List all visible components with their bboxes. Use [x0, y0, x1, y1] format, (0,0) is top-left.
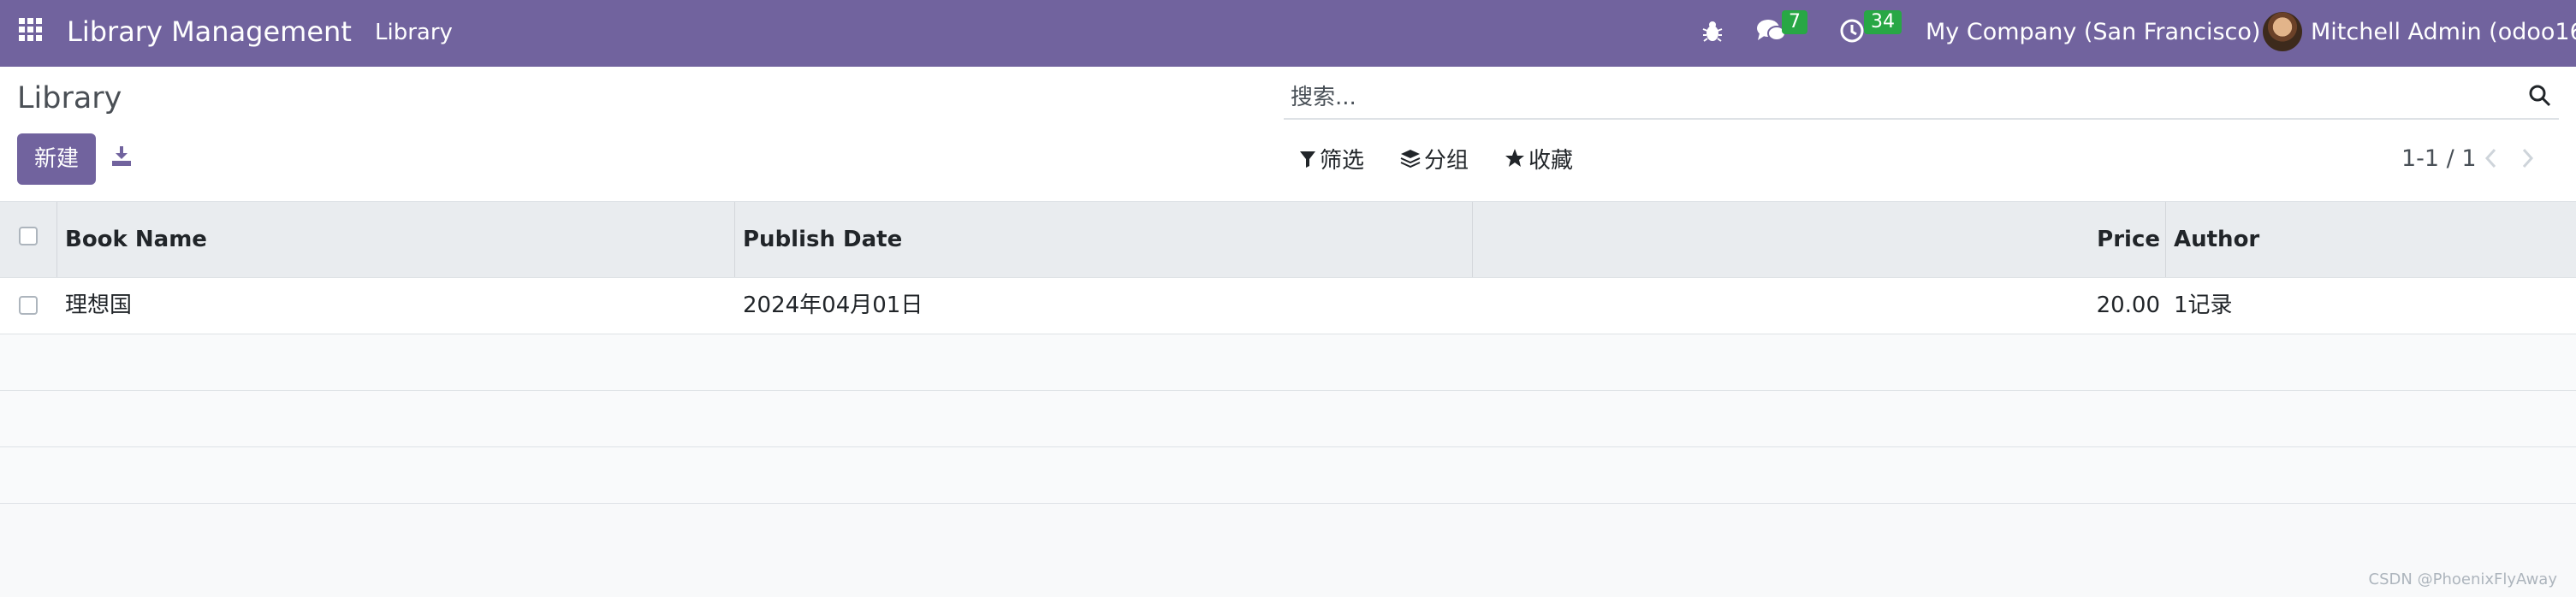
select-all-checkbox[interactable]	[19, 227, 38, 245]
watermark-text: CSDN @PhoenixFlyAway	[2368, 570, 2557, 588]
cell-publish-date: 2024年04月01日	[743, 293, 923, 318]
search-bar	[1284, 77, 2559, 120]
search-input[interactable]	[1289, 80, 2490, 115]
row-checkbox[interactable]	[19, 296, 38, 315]
apps-menu-icon[interactable]	[17, 16, 45, 44]
star-icon	[1505, 146, 1525, 177]
activities-clock-icon[interactable]: 34	[1838, 10, 1902, 50]
messages-chat-icon[interactable]: 7	[1756, 10, 1807, 50]
favorites-dropdown[interactable]: 收藏	[1505, 145, 1573, 176]
chevron-right-icon[interactable]	[2520, 145, 2542, 173]
download-icon[interactable]	[110, 144, 135, 169]
layers-icon	[1400, 146, 1421, 177]
empty-row	[0, 391, 2576, 447]
page-title: Library	[17, 81, 122, 115]
column-divider	[56, 202, 57, 277]
user-menu[interactable]: Mitchell Admin (odoo16)	[2311, 17, 2576, 48]
column-header-book-name[interactable]: Book Name	[65, 202, 207, 277]
menu-item-library[interactable]: Library	[375, 17, 453, 48]
groupby-dropdown[interactable]: 分组	[1400, 145, 1469, 176]
empty-row	[0, 447, 2576, 504]
app-root: Library Management Library 7 34 My Compa…	[0, 0, 2576, 597]
chevron-left-icon[interactable]	[2482, 145, 2504, 173]
debug-bug-icon[interactable]	[1701, 19, 1724, 53]
activity-count-badge: 34	[1864, 10, 1902, 34]
groupby-label: 分组	[1424, 148, 1469, 174]
column-header-author[interactable]: Author	[2174, 202, 2259, 277]
cell-author: 1记录	[2174, 293, 2233, 318]
filters-label: 筛选	[1320, 148, 1365, 174]
filters-dropdown[interactable]: 筛选	[1299, 145, 1364, 176]
column-header-price[interactable]: Price	[2097, 202, 2160, 277]
new-record-button[interactable]: 新建	[17, 133, 96, 185]
cell-book-name: 理想国	[65, 293, 133, 318]
column-divider	[2165, 202, 2166, 277]
control-panel: Library 新建 筛选	[0, 67, 2576, 202]
top-navbar: Library Management Library 7 34 My Compa…	[0, 0, 2576, 68]
pager-value[interactable]: 1-1 / 1	[2401, 144, 2477, 174]
favorites-label: 收藏	[1528, 148, 1574, 174]
user-avatar[interactable]	[2263, 12, 2302, 51]
cell-price: 20.00	[2096, 293, 2160, 318]
chat-count-badge: 7	[1782, 10, 1807, 34]
filter-icon	[1299, 146, 1316, 177]
search-icon[interactable]	[2528, 84, 2554, 109]
column-divider	[1472, 202, 1473, 277]
column-divider	[734, 202, 735, 277]
column-header-publish-date[interactable]: Publish Date	[743, 202, 902, 277]
table-header: Book Name Publish Date Price Author	[0, 202, 2576, 278]
app-title[interactable]: Library Management	[67, 14, 352, 50]
table-row[interactable]: 理想国 2024年04月01日 20.00 1记录	[0, 278, 2576, 334]
empty-row	[0, 334, 2576, 391]
company-switcher[interactable]: My Company (San Francisco)	[1926, 17, 2260, 48]
